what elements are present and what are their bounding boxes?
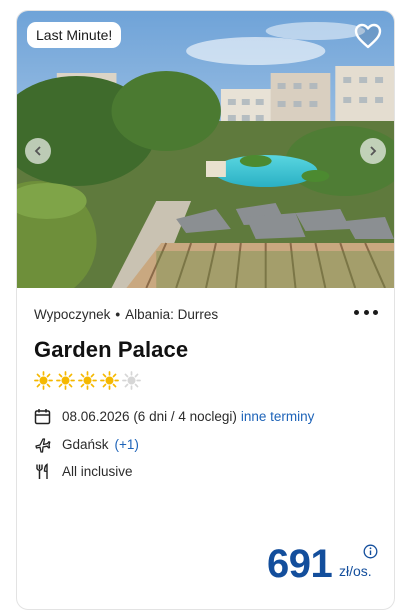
- chevron-right-icon: [370, 146, 377, 156]
- calendar-icon: [34, 409, 51, 425]
- hotel-name: Garden Palace: [34, 337, 189, 362]
- star-icon: [78, 371, 97, 390]
- offer-card[interactable]: Last Minute! Wypoczynek • Albania: Durre…: [16, 10, 395, 610]
- star-icon: [56, 371, 75, 390]
- star-icon: [100, 371, 119, 390]
- departure-row: Gdańsk (+1): [34, 431, 377, 459]
- info-icon[interactable]: [363, 544, 378, 559]
- plane-icon: [35, 438, 51, 453]
- hotel-photo-image: [17, 11, 394, 288]
- operator-location-row: Wypoczynek • Albania: Durres: [34, 305, 377, 323]
- operator-name: Wypoczynek: [34, 306, 111, 322]
- cutlery-icon: [36, 463, 48, 480]
- board-row: All inclusive: [34, 458, 377, 486]
- offer-details: Wypoczynek • Albania: Durres Garden Pala…: [17, 288, 394, 486]
- last-minute-badge: Last Minute!: [27, 22, 122, 48]
- hotel-location: Albania: Durres: [125, 306, 219, 322]
- board-type: All inclusive: [62, 464, 133, 480]
- star-icon: [122, 371, 141, 390]
- offer-info-list: 08.06.2026 (6 dni / 4 noclegi) inne term…: [34, 403, 377, 486]
- meta-separator: •: [115, 306, 121, 322]
- price-block[interactable]: 691 zł/os.: [267, 541, 394, 587]
- price-amount: 691: [267, 542, 333, 586]
- heart-icon[interactable]: [354, 23, 382, 49]
- other-dates-link[interactable]: inne terminy: [241, 409, 315, 424]
- next-photo-button[interactable]: [360, 138, 386, 164]
- hotel-rating: [34, 371, 377, 390]
- previous-photo-button[interactable]: [25, 138, 51, 164]
- chevron-left-icon: [34, 146, 41, 156]
- date-row: 08.06.2026 (6 dni / 4 noclegi) inne term…: [34, 403, 377, 431]
- hotel-photo[interactable]: Last Minute!: [17, 11, 394, 288]
- more-departures-link[interactable]: (+1): [115, 437, 139, 452]
- star-icon: [34, 371, 53, 390]
- travel-date: 08.06.2026 (6 dni / 4 noclegi): [62, 409, 237, 425]
- departure-city: Gdańsk: [62, 436, 109, 452]
- more-options-icon[interactable]: [354, 303, 378, 321]
- price-unit: zł/os.: [339, 563, 372, 579]
